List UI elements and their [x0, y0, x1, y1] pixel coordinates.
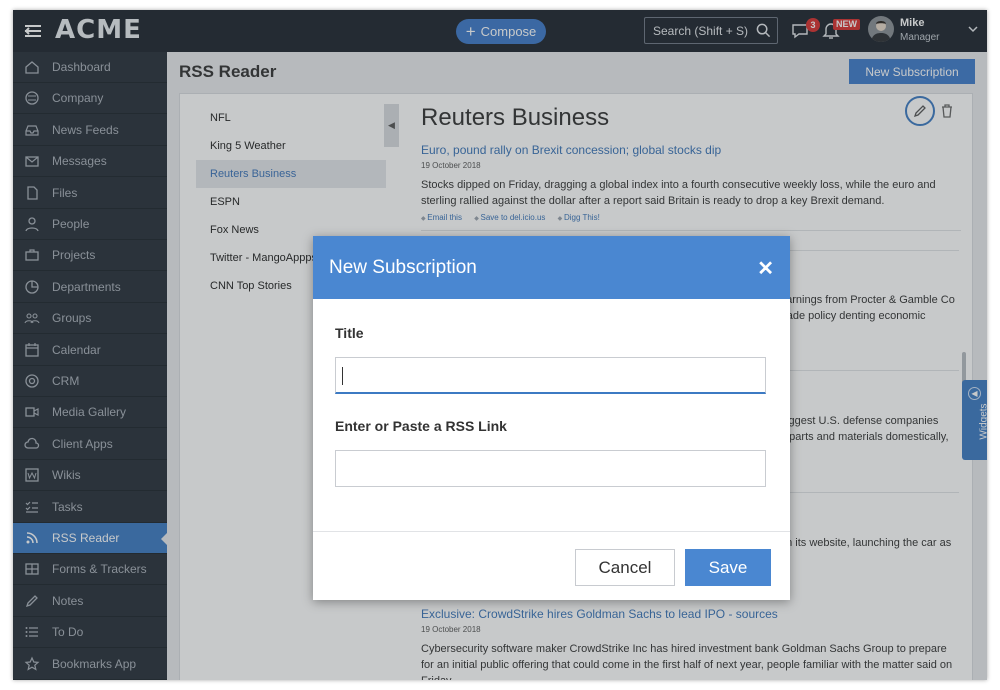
dialog-header: New Subscription ✕ — [313, 236, 790, 299]
cancel-button[interactable]: Cancel — [575, 549, 675, 586]
dialog-title: New Subscription — [329, 257, 477, 278]
new-subscription-dialog: New Subscription ✕ Title Enter or Paste … — [313, 236, 790, 600]
dialog-footer: Cancel Save — [313, 531, 790, 600]
text-caret — [342, 367, 343, 385]
rss-link-input[interactable] — [335, 450, 766, 487]
save-button[interactable]: Save — [685, 549, 771, 586]
rss-link-field-label: Enter or Paste a RSS Link — [335, 418, 507, 434]
close-icon[interactable]: ✕ — [757, 256, 774, 281]
title-field-label: Title — [335, 325, 364, 341]
title-input[interactable] — [335, 357, 766, 394]
app-window: ACME + Compose Search (Shift + S) 3 NEW … — [13, 10, 987, 680]
